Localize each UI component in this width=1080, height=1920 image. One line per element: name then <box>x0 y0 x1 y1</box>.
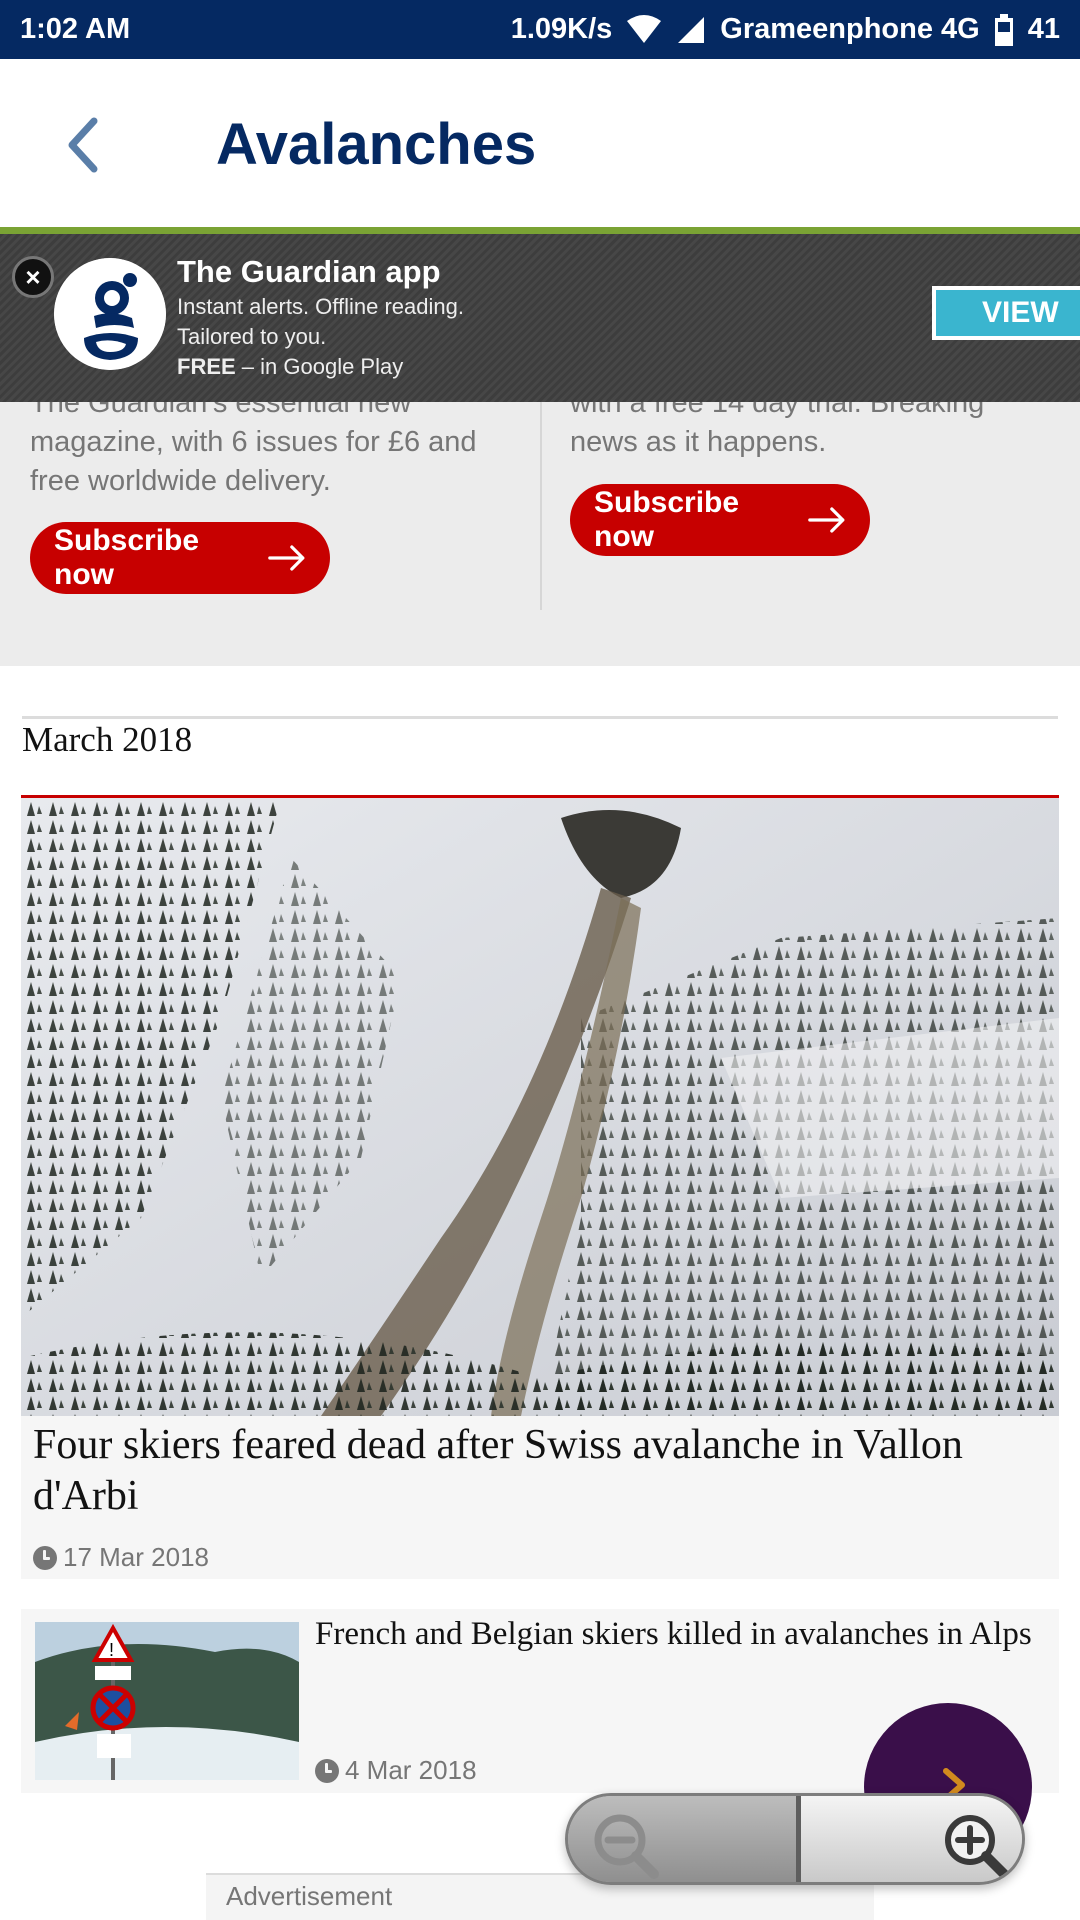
zoom-out-icon <box>594 1814 659 1879</box>
battery-level: 41 <box>1027 13 1060 45</box>
clock-icon <box>315 1758 339 1783</box>
article-headline[interactable]: Four skiers feared dead after Swiss aval… <box>33 1420 1033 1522</box>
app-bar: Avalanches <box>0 59 1080 228</box>
guardian-g-icon <box>54 258 166 370</box>
subscribe-button[interactable]: Subscribe now <box>570 484 870 556</box>
banner-line-3: FREE – in Google Play <box>177 352 464 382</box>
app-install-banner: × The Guardian app Instant alerts. Offli… <box>0 234 1080 402</box>
banner-description: Instant alerts. Offline reading. Tailore… <box>177 292 464 382</box>
battery-icon <box>994 13 1013 46</box>
store-text: – in Google Play <box>235 354 404 379</box>
column-divider <box>540 394 542 610</box>
article-date: 4 Mar 2018 <box>345 1755 477 1785</box>
chevron-left-icon[interactable] <box>62 115 102 175</box>
status-bar: 1:02 AM 1.09K/s Grameenphone 4G 41 <box>0 0 1080 59</box>
svg-text:!: ! <box>109 1640 114 1660</box>
avalanche-sign-image: ! <box>35 1622 299 1780</box>
article-card[interactable]: Four skiers feared dead after Swiss aval… <box>21 795 1059 1579</box>
section-divider <box>22 716 1058 719</box>
guardian-logo <box>54 258 166 370</box>
status-time: 1:02 AM <box>20 13 131 45</box>
subscribe-button[interactable]: Subscribe now <box>30 522 330 594</box>
carrier-name: Grameenphone 4G <box>720 13 980 45</box>
arrow-right-icon <box>807 507 844 533</box>
arrow-right-icon <box>267 545 304 571</box>
signal-icon <box>678 16 705 43</box>
article-meta: 4 Mar 2018 <box>315 1755 477 1786</box>
network-speed: 1.09K/s <box>510 13 613 45</box>
view-button[interactable]: VIEW <box>932 286 1080 340</box>
accent-divider <box>0 227 1080 234</box>
zoom-controls <box>565 1793 1025 1885</box>
banner-line-1: Instant alerts. Offline reading. <box>177 294 464 319</box>
clock-icon <box>33 1545 57 1570</box>
promo-text: magazine, with 6 issues for £6 and free … <box>30 426 477 497</box>
subscribe-button-label: Subscribe now <box>54 524 200 591</box>
article-meta: 17 Mar 2018 <box>33 1542 209 1573</box>
banner-line-2: Tailored to you. <box>177 324 327 349</box>
zoom-out-button[interactable] <box>568 1796 796 1882</box>
banner-title: The Guardian app <box>177 254 441 289</box>
section-heading: March 2018 <box>22 720 193 759</box>
promo-text: news as it happens. <box>570 426 827 458</box>
article-date: 17 Mar 2018 <box>63 1542 209 1572</box>
free-label: FREE <box>177 354 236 379</box>
wifi-icon <box>627 14 662 43</box>
page-title: Avalanches <box>216 112 537 177</box>
zoom-in-button[interactable] <box>801 1796 1022 1882</box>
article-headline[interactable]: French and Belgian skiers killed in aval… <box>315 1613 1055 1656</box>
zoom-in-icon <box>945 1815 1009 1879</box>
advertisement-label: Advertisement <box>226 1881 393 1911</box>
avalanche-mountain-image <box>21 798 1059 1416</box>
article-thumbnail[interactable]: ! <box>35 1622 299 1780</box>
article-photo[interactable] <box>21 798 1059 1416</box>
subscribe-button-label: Subscribe now <box>594 486 740 553</box>
close-icon[interactable]: × <box>12 256 54 298</box>
